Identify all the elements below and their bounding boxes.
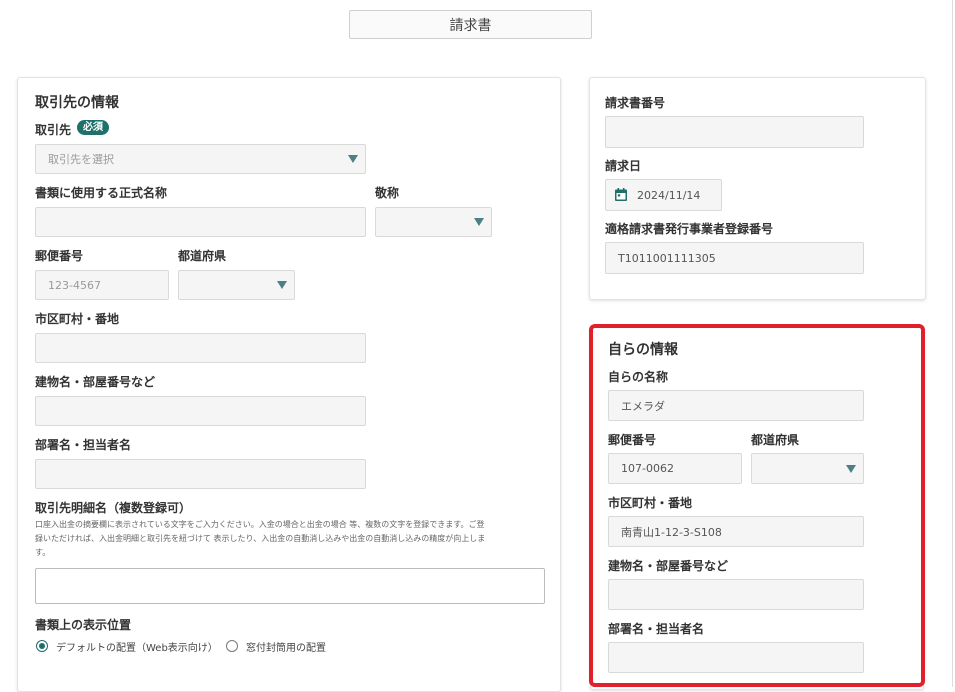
chevron-down-icon	[277, 281, 287, 289]
client-building-input[interactable]	[35, 396, 366, 426]
own-section-title: 自らの情報	[608, 342, 678, 358]
detail-name-label: 取引先明細名（複数登録可）	[35, 501, 192, 515]
chevron-down-icon	[846, 464, 856, 473]
chevron-down-icon	[474, 218, 484, 226]
detail-help-line-1: 口座入出金の摘要欄に表示されている文字をご入力ください。入金の場合と出金の場合 …	[35, 520, 485, 529]
own-postal-value: 107-0062	[621, 462, 674, 475]
registration-number-input[interactable]: T1011001111305	[605, 242, 864, 274]
detail-name-input[interactable]	[35, 568, 545, 604]
document-type-selector[interactable]: 請求書	[349, 10, 592, 39]
required-badge: 必須	[77, 120, 109, 135]
radio-default-position-label[interactable]: デフォルトの配置（Web表示向け）	[56, 639, 218, 654]
display-position-label: 書類上の表示位置	[35, 618, 132, 632]
window-edge	[952, 0, 953, 687]
client-department-input[interactable]	[35, 459, 366, 489]
detail-help-line-3: す。	[35, 548, 51, 557]
honorific-select[interactable]	[375, 207, 492, 237]
own-prefecture-label: 都道府県	[751, 433, 800, 447]
own-postal-label: 郵便番号	[608, 433, 657, 447]
chevron-down-icon	[348, 155, 358, 163]
invoice-date-input[interactable]: 2024/11/14	[605, 179, 722, 211]
client-label: 取引先	[35, 123, 72, 137]
official-name-label: 書類に使用する正式名称	[35, 186, 168, 200]
invoice-date-label: 請求日	[605, 159, 642, 173]
registration-number-label: 適格請求書発行事業者登録番号	[605, 222, 774, 236]
client-city-label: 市区町村・番地	[35, 312, 120, 326]
detail-help-line-2: 録いただければ、入出金明細と取引先を紐づけて 表示したり、入出金の自動消し込みや…	[35, 534, 486, 543]
own-name-input[interactable]: エメラダ	[608, 390, 864, 421]
client-postal-placeholder: 123-4567	[48, 278, 101, 292]
registration-number-value: T1011001111305	[618, 251, 716, 265]
client-info-card: 取引先の情報 取引先 必須 取引先を選択 書類に使用する正式名称 敬称 郵便番号…	[17, 77, 561, 692]
own-city-value: 南青山1-12-3-S108	[621, 525, 722, 539]
client-postal-input[interactable]: 123-4567	[35, 270, 169, 300]
client-select[interactable]: 取引先を選択	[35, 144, 366, 174]
own-department-input[interactable]	[608, 642, 864, 673]
invoice-meta-card: 請求書番号 請求日 2024/11/14 適格請求書発行事業者登録番号 T101…	[589, 77, 926, 300]
own-prefecture-select[interactable]	[751, 453, 864, 484]
honorific-label: 敬称	[375, 186, 400, 200]
official-name-input[interactable]	[35, 207, 366, 237]
invoice-date-value: 2024/11/14	[637, 188, 701, 202]
client-building-label: 建物名・部屋番号など	[35, 375, 156, 389]
own-info-card: 自らの情報 自らの名称 エメラダ 郵便番号 都道府県 107-0062 市区町村…	[590, 325, 924, 690]
invoice-number-input[interactable]	[605, 116, 864, 148]
own-building-input[interactable]	[608, 579, 864, 610]
own-department-label: 部署名・担当者名	[608, 622, 705, 636]
client-city-input[interactable]	[35, 333, 366, 363]
own-city-input[interactable]: 南青山1-12-3-S108	[608, 516, 864, 547]
document-type-label: 請求書	[449, 17, 492, 34]
client-prefecture-label: 都道府県	[178, 249, 227, 263]
own-name-label: 自らの名称	[608, 370, 669, 384]
calendar-icon	[615, 188, 627, 201]
client-prefecture-select[interactable]	[178, 270, 295, 300]
own-name-value: エメラダ	[621, 399, 665, 413]
radio-default-position[interactable]	[36, 640, 48, 652]
client-section-title: 取引先の情報	[35, 95, 119, 111]
own-building-label: 建物名・部屋番号など	[608, 559, 729, 573]
client-select-placeholder: 取引先を選択	[48, 153, 114, 166]
invoice-number-label: 請求書番号	[605, 96, 666, 110]
client-postal-label: 郵便番号	[35, 249, 84, 263]
own-city-label: 市区町村・番地	[608, 496, 693, 510]
radio-window-envelope[interactable]	[226, 640, 238, 652]
own-postal-input[interactable]: 107-0062	[608, 453, 742, 484]
client-department-label: 部署名・担当者名	[35, 438, 132, 452]
radio-window-envelope-label[interactable]: 窓付封筒用の配置	[246, 639, 326, 654]
